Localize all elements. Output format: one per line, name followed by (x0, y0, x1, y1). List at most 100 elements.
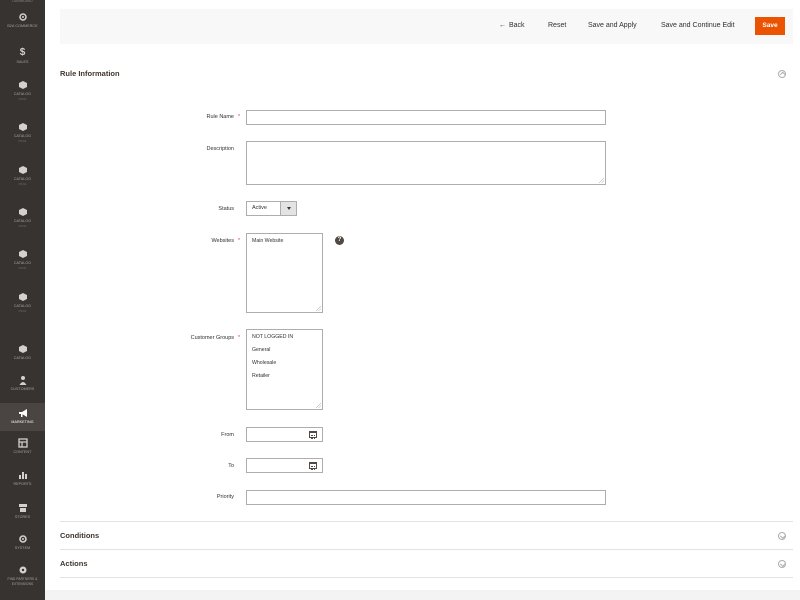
status-value: Active (252, 205, 267, 211)
sidebar-item-catalog[interactable]: CATALOG PRICE (0, 80, 45, 116)
sidebar-item-content[interactable]: CONTENT (0, 438, 45, 462)
sidebar-item-label: CATALOG (13, 92, 32, 96)
sidebar-item-sublabel: PRICE (18, 310, 27, 313)
section-title-actions[interactable]: Actions (60, 559, 88, 568)
section-title-rule-information[interactable]: Rule Information (60, 69, 120, 78)
page-actions-bar: ← Back Reset Save and Apply Save and Cont… (60, 9, 793, 44)
sidebar-item-system[interactable]: SYSTEM (0, 534, 45, 558)
websites-option[interactable]: Main Website (252, 238, 283, 244)
rule-name-input[interactable] (246, 110, 606, 125)
sidebar-item-label: CATALOG (13, 134, 32, 138)
help-icon[interactable]: ? (335, 236, 344, 245)
sidebar-item-sublabel: PRICE (18, 183, 27, 186)
sidebar-item-sublabel: PRICE (18, 267, 27, 270)
sidebar-item-label: DASHBOARD (12, 0, 33, 3)
sidebar-item-label: STORES (14, 515, 31, 519)
box-icon (18, 293, 27, 301)
description-label: Description (206, 146, 234, 152)
sidebar-item-label: SALES (16, 60, 29, 64)
puzzle-icon (19, 566, 26, 574)
customer-group-option[interactable]: General (252, 347, 270, 353)
sidebar-item-b2a-commerce[interactable]: B2A COMMERCE (0, 12, 45, 44)
sidebar-item-catalog[interactable]: CATALOG PRICE (0, 122, 45, 158)
status-label: Status (218, 206, 234, 212)
sidebar-item-label: CATALOG (13, 261, 32, 265)
gear-icon (18, 535, 27, 543)
save-and-apply-button[interactable]: Save and Apply (588, 21, 637, 31)
box-icon (18, 345, 27, 353)
megaphone-icon (18, 409, 27, 417)
rule-name-label: Rule Name (206, 114, 234, 120)
sidebar-item-label: CATALOG (13, 219, 32, 223)
sidebar-item-catalog[interactable]: CATALOG PRICE (0, 249, 45, 285)
required-marker: * (238, 335, 240, 341)
save-and-continue-button[interactable]: Save and Continue Edit (661, 21, 735, 31)
customer-group-option[interactable]: Retailer (252, 373, 270, 379)
to-label: To (228, 463, 234, 469)
calendar-icon[interactable] (309, 431, 317, 439)
section-divider (60, 549, 793, 550)
to-date-input[interactable] (246, 458, 323, 473)
expand-icon[interactable] (778, 532, 786, 540)
required-marker: * (238, 238, 240, 244)
sidebar-item-catalog[interactable]: CATALOG (0, 344, 45, 366)
customer-group-option[interactable]: Wholesale (252, 360, 276, 366)
box-icon (18, 208, 27, 216)
priority-input[interactable] (246, 490, 606, 505)
sidebar-item-label: CATALOG (13, 177, 32, 181)
websites-multiselect[interactable]: Main Website (246, 233, 323, 313)
description-textarea[interactable] (246, 141, 606, 185)
sidebar-item-sales[interactable]: $ SALES (0, 48, 45, 70)
required-marker: * (238, 114, 240, 120)
box-icon (18, 123, 27, 131)
sidebar-item-stores[interactable]: STORES (0, 503, 45, 527)
sidebar-item-catalog[interactable]: CATALOG PRICE (0, 207, 45, 243)
collapse-icon[interactable] (778, 70, 786, 78)
gear-icon (18, 13, 27, 21)
status-select[interactable]: Active (246, 201, 297, 216)
sidebar-item-sublabel: PRICE (18, 140, 27, 143)
save-button[interactable]: Save (755, 17, 785, 35)
store-icon (18, 504, 27, 512)
box-icon (18, 250, 27, 258)
person-icon (19, 376, 26, 385)
sidebar-item-label: CATALOG (13, 356, 32, 360)
sidebar-item-catalog[interactable]: CATALOG PRICE (0, 165, 45, 201)
chevron-down-icon (280, 202, 296, 215)
sidebar-item-label: CONTENT (13, 450, 32, 454)
footer-bar (45, 590, 800, 600)
sidebar-item-label: SYSTEM (14, 546, 31, 550)
bar-chart-icon (18, 472, 27, 479)
dollar-icon: $ (19, 47, 26, 58)
resize-grip-icon[interactable] (316, 403, 321, 408)
sidebar-item-find-partners[interactable]: FIND PARTNERS & EXTENSIONS (0, 565, 45, 600)
section-title-conditions[interactable]: Conditions (60, 531, 99, 540)
sidebar-item-marketing[interactable]: MARKETING (0, 403, 45, 431)
sidebar-item-dashboard[interactable]: DASHBOARD (0, 0, 45, 8)
back-button[interactable]: ← Back (499, 21, 525, 31)
section-divider (60, 577, 793, 578)
calendar-icon[interactable] (309, 462, 317, 470)
back-label: Back (509, 22, 525, 29)
sidebar-item-reports[interactable]: REPORTS (0, 470, 45, 494)
sidebar-item-customers[interactable]: CUSTOMERS (0, 375, 45, 399)
reset-button[interactable]: Reset (548, 21, 566, 31)
sidebar-item-sublabel: PRICE (18, 225, 27, 228)
layout-icon (17, 438, 28, 448)
resize-grip-icon[interactable] (316, 306, 321, 311)
customer-groups-multiselect[interactable]: NOT LOGGED IN General Wholesale Retailer (246, 329, 323, 410)
arrow-left-icon: ← (499, 22, 506, 29)
section-divider (60, 521, 793, 522)
customer-group-option[interactable]: NOT LOGGED IN (252, 334, 293, 340)
admin-sidebar: DASHBOARD B2A COMMERCE $ SALES CATALOG P… (0, 0, 45, 600)
sidebar-item-label: CUSTOMERS (10, 387, 35, 391)
websites-label: Websites (211, 238, 234, 244)
sidebar-item-catalog[interactable]: CATALOG PRICE (0, 292, 45, 328)
expand-icon[interactable] (778, 560, 786, 568)
sidebar-item-label: FIND PARTNERS & EXTENSIONS (7, 577, 38, 586)
box-icon (18, 81, 27, 89)
resize-grip-icon[interactable] (599, 178, 604, 183)
sidebar-item-label: CATALOG (13, 304, 32, 308)
customer-groups-label: Customer Groups (190, 335, 234, 341)
from-date-input[interactable] (246, 427, 323, 442)
